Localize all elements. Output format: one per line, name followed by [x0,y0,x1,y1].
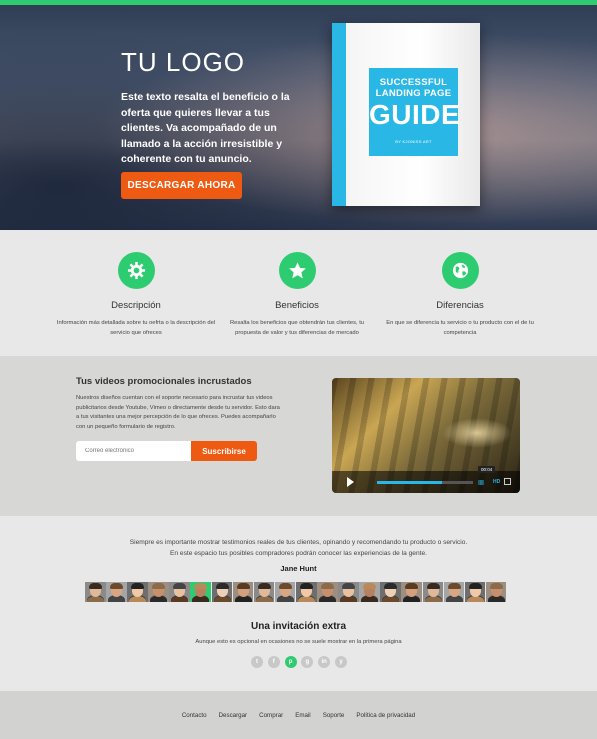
feature-desc: En que se diferencia tu servicio o tu pr… [386,320,534,336]
testimonial-avatar[interactable] [169,582,190,602]
globe-icon [441,252,479,289]
book-title-line1: SUCCESSFUL [379,77,448,88]
feature-differences: Diferencias En que se diferencia tu serv… [380,252,540,338]
feature-title: Diferencias [436,300,484,311]
footer-link[interactable]: Email [295,712,310,719]
footer-link[interactable]: Descargar [219,712,248,719]
feature-desc: Información más detallada sobre tu oefrt… [56,320,216,336]
feature-benefits: Beneficios Resalta los beneficios que ob… [217,252,377,338]
testimonial-avatar[interactable] [401,582,422,602]
book-byline: BY KJONISS ART [395,139,432,144]
hero-text: Este texto resalta el beneficio o la ofe… [121,91,290,165]
linkedin-icon[interactable]: in [318,656,331,668]
gear-icon [117,252,155,289]
testimonial-avatar[interactable] [317,582,338,602]
testimonial-avatar[interactable] [295,582,317,602]
testimonial-avatar[interactable] [485,582,507,602]
feature-title: Beneficios [275,300,319,311]
testimonial-avatar[interactable] [464,582,486,602]
footer: Contacto Descargar Comprar Email Soporte Polí… [0,691,597,739]
fullscreen-icon[interactable] [504,478,511,485]
testimonial-avatar[interactable] [127,582,148,602]
video-section-text: Nuestros diseños cuentan con el soporte … [76,395,280,430]
logo[interactable]: TU LOGO [121,47,245,78]
google-plus-icon[interactable]: g [301,656,314,668]
testimonial-line1: Siempre es importante mostrar testimonio… [129,539,468,546]
testimonial-avatar[interactable] [148,582,169,602]
feature-desc: Resalta los beneficios que obtendrán tus… [229,320,365,336]
invitation-subtitle: Aunque esto es opcional en ocasiones no … [195,639,402,645]
book-cover-title: SUCCESSFUL LANDING PAGE GUIDE BY KJONISS… [369,68,461,156]
pinterest-icon[interactable]: p [284,656,297,668]
testimonial-avatar[interactable] [359,582,380,602]
subscribe-button[interactable]: Suscribirse [191,441,257,461]
video-section-title: Tus videos promocionales incrustados [76,376,252,387]
play-icon[interactable] [347,477,354,487]
testimonial-avatar[interactable] [190,582,212,602]
testimonial-avatar[interactable] [232,582,254,602]
video-progress-fill [377,481,443,484]
twitter-icon[interactable]: t [251,656,263,668]
testimonial-avatar[interactable] [274,582,296,602]
footer-link[interactable]: Comprar [259,712,283,719]
testimonial-avatar[interactable] [422,582,444,602]
video-player[interactable]: 00:04 ||||||| HD [332,378,520,493]
book-title-line3: GUIDE [369,99,461,130]
hd-toggle[interactable]: HD [493,479,500,485]
star-icon [278,252,316,289]
hero-section: TU LOGO Este texto resalta el beneficio … [0,5,597,230]
video-progress-bar[interactable]: 00:04 [377,466,496,484]
video-controls: 00:04 ||||||| HD [332,466,520,493]
testimonial-author: Jane Hunt [280,564,317,573]
testimonial-avatar[interactable] [211,582,233,602]
book-spine [332,23,346,206]
social-icons: t f p g in y [251,656,347,668]
facebook-icon[interactable]: f [267,656,280,668]
features-section: Descripción Información más detallada so… [0,230,597,356]
testimonial-avatar[interactable] [380,582,401,602]
testimonial-text: Siempre es importante mostrar testimonio… [0,537,597,559]
testimonial-avatar[interactable] [106,582,127,602]
book-cover-image: SUCCESSFUL LANDING PAGE GUIDE BY KJONISS… [332,23,480,206]
footer-link[interactable]: Política de privacidad [356,712,415,719]
email-field[interactable] [76,441,192,461]
download-button[interactable]: DESCARGAR AHORA [121,172,242,199]
testimonial-avatar[interactable] [85,582,106,602]
footer-link[interactable]: Contacto [182,712,207,719]
testimonial-avatars [85,582,509,602]
testimonial-avatar[interactable] [253,582,275,602]
testimonial-line2: En este espacio tus posibles compradores… [170,550,427,557]
volume-icon[interactable]: ||||||| [478,480,484,486]
testimonials-section: Siempre es importante mostrar testimonio… [0,516,597,691]
footer-link[interactable]: Soporte [323,712,345,719]
testimonial-avatar[interactable] [338,582,359,602]
testimonial-avatar[interactable] [443,582,465,602]
video-timecode: 00:04 [478,466,496,473]
invitation-title: Una invitación extra [250,621,347,632]
feature-title: Descripción [111,300,161,311]
feature-description: Descripción Información más detallada so… [56,252,216,338]
footer-links: Contacto Descargar Comprar Email Soporte Polí… [0,712,597,719]
youtube-icon[interactable]: y [334,656,347,668]
